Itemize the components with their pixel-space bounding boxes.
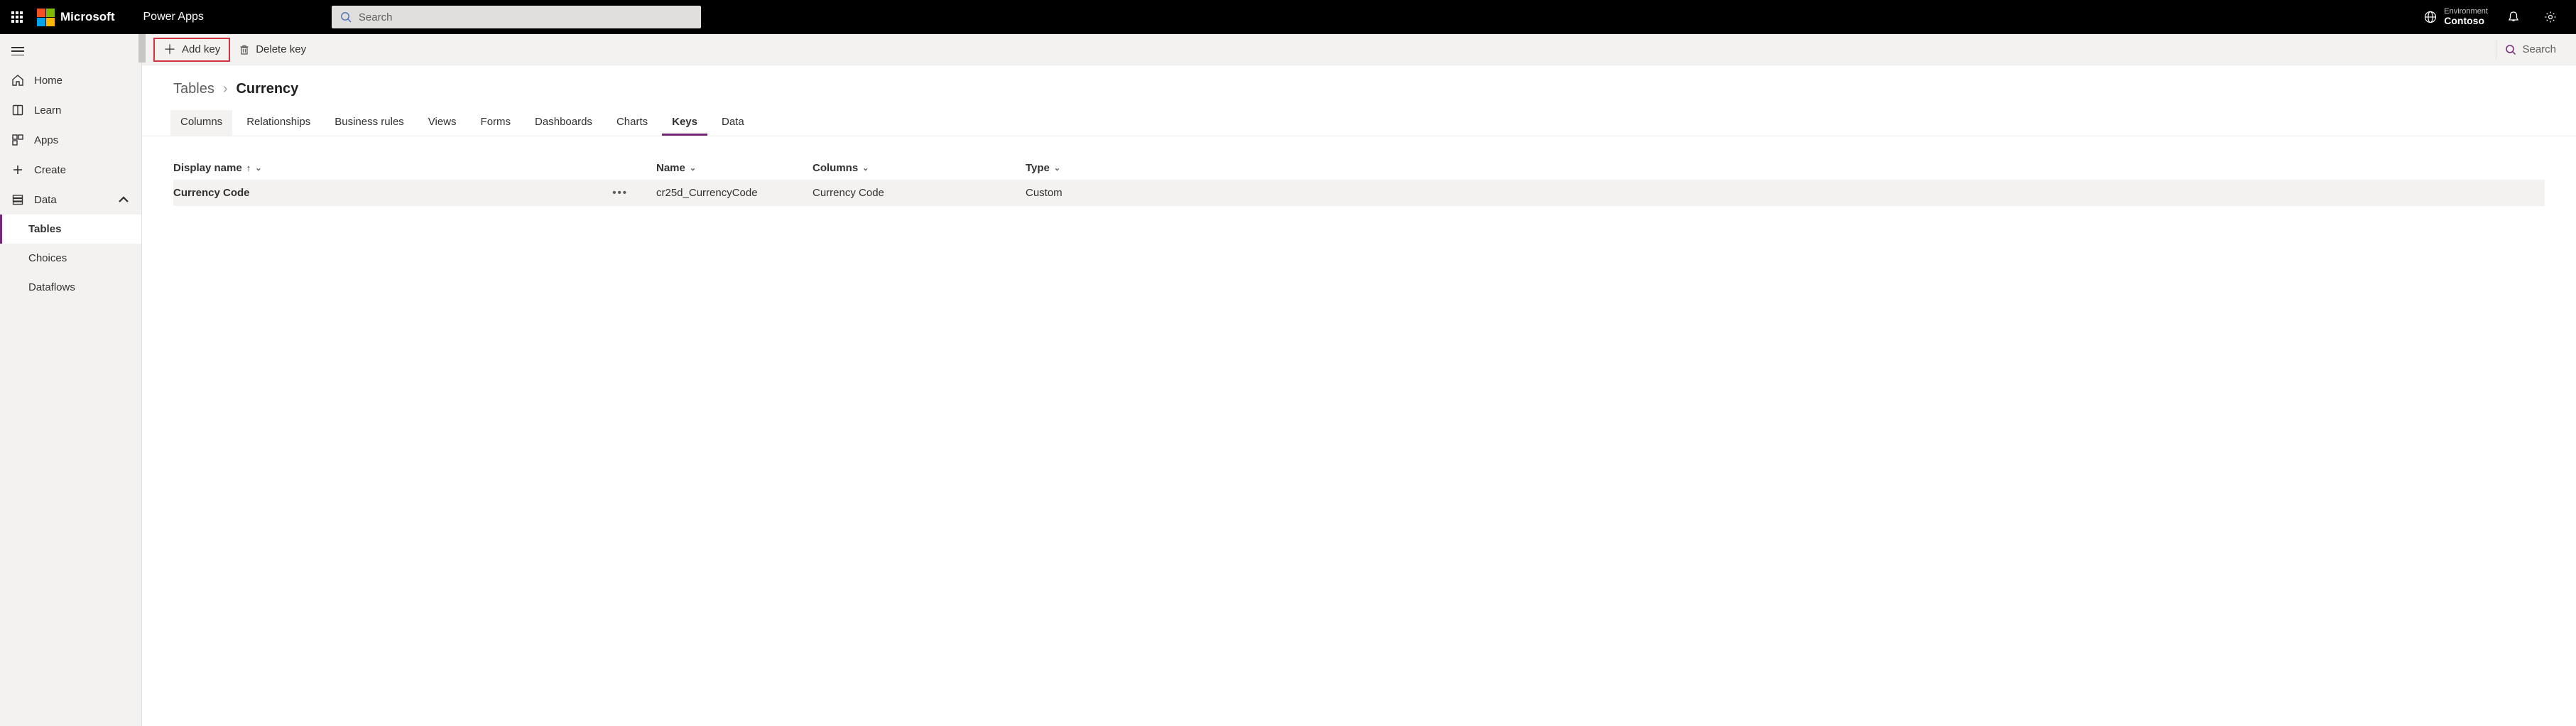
- chevron-up-icon: [117, 193, 130, 206]
- tab-keys[interactable]: Keys: [662, 110, 707, 136]
- tab-label: Keys: [672, 116, 697, 128]
- tab-forms[interactable]: Forms: [471, 110, 521, 136]
- tab-business-rules[interactable]: Business rules: [325, 110, 414, 136]
- sidebar-item-label: Choices: [28, 252, 67, 264]
- book-icon: [11, 104, 24, 117]
- breadcrumb-parent[interactable]: Tables: [173, 81, 214, 97]
- col-header-type[interactable]: Type ⌄: [1026, 162, 2545, 174]
- sidebar-item-tables[interactable]: Tables: [0, 215, 141, 244]
- tab-label: Views: [428, 116, 457, 128]
- delete-key-button[interactable]: Delete key: [230, 39, 315, 60]
- col-header-display-name[interactable]: Display name ↑ ⌄: [173, 162, 656, 174]
- sidebar-item-label: Tables: [28, 223, 61, 235]
- sidebar-item-create[interactable]: Create: [0, 155, 141, 185]
- sidebar-item-label: Learn: [34, 104, 61, 117]
- environment-picker[interactable]: Environment Contoso: [2424, 7, 2488, 26]
- cell-name: cr25d_CurrencyCode: [656, 187, 758, 199]
- tab-label: Business rules: [335, 116, 404, 128]
- col-header-label: Type: [1026, 162, 1050, 174]
- sidebar-item-label: Create: [34, 164, 66, 176]
- add-key-button[interactable]: ＋ Add key: [153, 38, 230, 62]
- app-title[interactable]: Power Apps: [143, 11, 204, 23]
- tab-views[interactable]: Views: [418, 110, 467, 136]
- trash-icon: [239, 44, 250, 55]
- table-row[interactable]: Currency Code ••• cr25d_CurrencyCode Cur…: [173, 180, 2545, 206]
- environment-name: Contoso: [2444, 16, 2488, 26]
- global-search-input[interactable]: [359, 11, 692, 23]
- global-search[interactable]: [332, 6, 701, 28]
- settings-button[interactable]: [2539, 6, 2562, 28]
- sidebar-toggle[interactable]: [0, 37, 141, 65]
- app-launcher-icon[interactable]: [6, 6, 28, 28]
- data-icon: [11, 193, 24, 206]
- row-more-actions[interactable]: •••: [612, 187, 656, 199]
- cmd-label: Add key: [182, 43, 220, 55]
- plus-icon: [11, 163, 24, 176]
- tab-data[interactable]: Data: [712, 110, 754, 136]
- microsoft-logo[interactable]: Microsoft: [37, 9, 115, 26]
- col-header-label: Display name: [173, 162, 242, 174]
- col-header-label: Name: [656, 162, 685, 174]
- sidebar-item-label: Home: [34, 75, 63, 87]
- breadcrumb-current: Currency: [236, 81, 298, 97]
- search-icon: [2505, 44, 2516, 55]
- tab-dashboards[interactable]: Dashboards: [525, 110, 602, 136]
- tab-label: Data: [722, 116, 744, 128]
- sidebar-item-label: Dataflows: [28, 281, 75, 293]
- tab-label: Relationships: [246, 116, 310, 128]
- hamburger-icon: [11, 47, 24, 55]
- sidebar-item-label: Data: [34, 194, 57, 206]
- tab-label: Dashboards: [535, 116, 592, 128]
- cell-display-name: Currency Code: [173, 187, 250, 199]
- tab-charts[interactable]: Charts: [607, 110, 658, 136]
- command-search[interactable]: Search: [2496, 39, 2565, 60]
- tab-label: Columns: [180, 116, 222, 128]
- chevron-down-icon: ⌄: [862, 163, 869, 173]
- table-tabs: Columns Relationships Business rules Vie…: [142, 104, 2576, 136]
- breadcrumb: Tables › Currency: [142, 65, 2576, 104]
- sidebar-item-data[interactable]: Data: [0, 185, 141, 215]
- tab-label: Forms: [481, 116, 511, 128]
- chevron-down-icon: ⌄: [1054, 163, 1060, 173]
- keys-table: Display name ↑ ⌄ Name ⌄ Columns ⌄ Type ⌄: [142, 136, 2576, 226]
- tab-label: Charts: [616, 116, 648, 128]
- global-header: Microsoft Power Apps Environment Contoso: [0, 0, 2576, 34]
- tab-relationships[interactable]: Relationships: [237, 110, 320, 136]
- globe-icon: [2424, 11, 2437, 23]
- sidebar-item-label: Apps: [34, 134, 58, 146]
- cmd-label: Search: [2522, 43, 2556, 55]
- gear-icon: [2544, 11, 2557, 23]
- command-bar: ＋ Add key Delete key Search: [142, 34, 2576, 65]
- col-header-columns[interactable]: Columns ⌄: [813, 162, 1026, 174]
- chevron-right-icon: ›: [223, 81, 228, 97]
- microsoft-brand-text: Microsoft: [60, 10, 115, 24]
- bell-icon: [2507, 11, 2520, 23]
- sidebar-item-choices[interactable]: Choices: [0, 244, 141, 273]
- chevron-down-icon: ⌄: [690, 163, 696, 173]
- apps-icon: [11, 134, 24, 146]
- chevron-down-icon: ⌄: [255, 163, 261, 173]
- cell-columns: Currency Code: [813, 187, 884, 199]
- plus-icon: ＋: [163, 43, 176, 56]
- notifications-button[interactable]: [2502, 6, 2525, 28]
- tab-columns[interactable]: Columns: [170, 110, 232, 136]
- home-icon: [11, 74, 24, 87]
- cell-type: Custom: [1026, 187, 1063, 199]
- sidebar-item-dataflows[interactable]: Dataflows: [0, 273, 141, 302]
- col-header-label: Columns: [813, 162, 858, 174]
- sort-ascending-icon: ↑: [246, 163, 251, 173]
- left-sidebar: Home Learn Apps Create Data Tables Choic…: [0, 34, 142, 726]
- sidebar-item-apps[interactable]: Apps: [0, 125, 141, 155]
- microsoft-logo-icon: [37, 9, 55, 26]
- main-content: ＋ Add key Delete key Search Tables › Cur…: [142, 34, 2576, 726]
- table-header-row: Display name ↑ ⌄ Name ⌄ Columns ⌄ Type ⌄: [173, 156, 2545, 180]
- col-header-name[interactable]: Name ⌄: [656, 162, 813, 174]
- sidebar-scrollbar[interactable]: [138, 34, 146, 726]
- sidebar-item-learn[interactable]: Learn: [0, 95, 141, 125]
- cmd-label: Delete key: [256, 43, 306, 55]
- search-icon: [340, 11, 352, 23]
- sidebar-item-home[interactable]: Home: [0, 65, 141, 95]
